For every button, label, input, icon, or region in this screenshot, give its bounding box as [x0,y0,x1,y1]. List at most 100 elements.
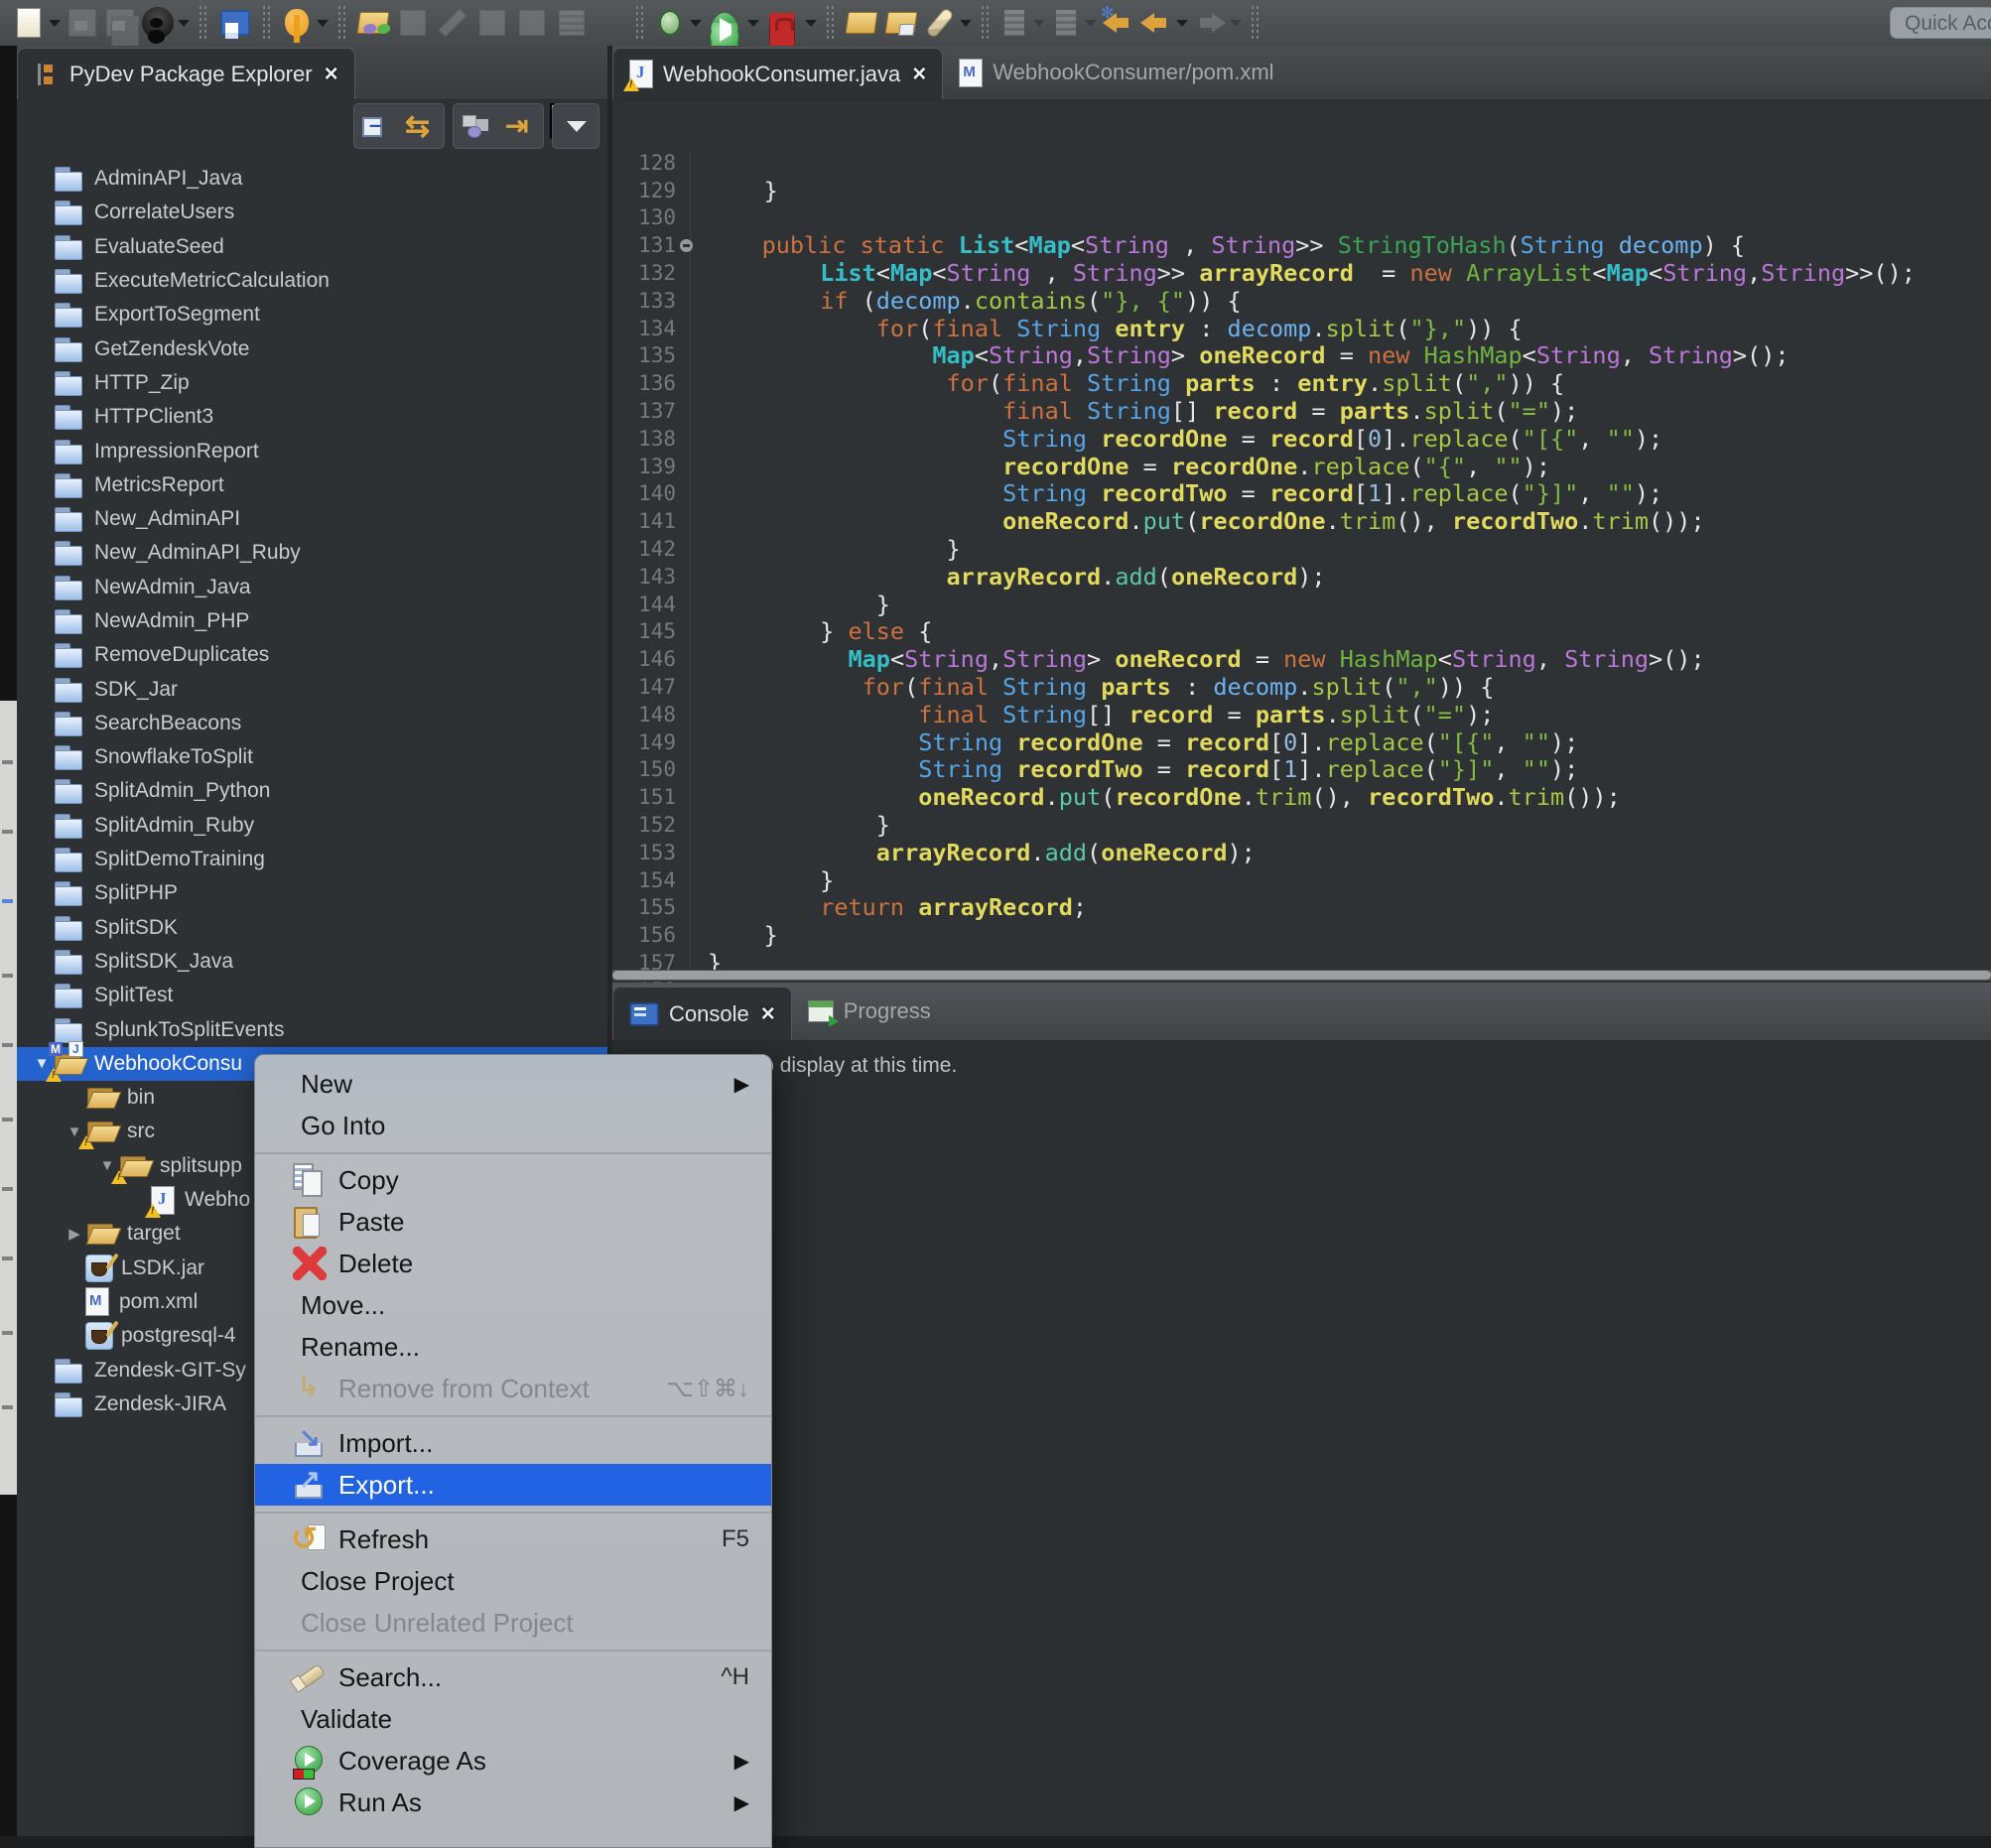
tree-item-ExportToSegment[interactable]: ExportToSegment [17,298,607,331]
line-number[interactable]: 152 [612,813,682,837]
line-number[interactable]: 142 [612,537,682,561]
tree-item-SplitAdmin_Python[interactable]: SplitAdmin_Python [17,774,607,808]
toolbar-button-bug-orange[interactable] [281,3,329,43]
tree-item-SplitTest[interactable]: SplitTest [17,979,607,1012]
menu-item-refresh[interactable]: RefreshF5 [255,1518,771,1560]
tree-item-CorrelateUsers[interactable]: CorrelateUsers [17,196,607,229]
toolbar-button-back-annotated[interactable]: ✻ [1103,3,1134,43]
chevron-down-icon[interactable] [317,20,329,27]
menu-item-copy[interactable]: Copy [255,1159,771,1201]
line-number[interactable]: 139 [612,455,682,478]
line-number[interactable]: 141 [612,509,682,533]
chevron-down-icon[interactable] [178,20,190,27]
close-icon[interactable]: × [761,1000,775,1028]
line-number[interactable]: 153 [612,841,682,864]
line-number[interactable]: 140 [612,481,682,505]
toolbar-button-console-monitor[interactable] [217,3,253,43]
line-number[interactable]: 131 [612,233,682,257]
line-number[interactable]: 133 [612,289,682,313]
line-number[interactable]: 132 [612,261,682,285]
tree-item-NewAdmin_PHP[interactable]: NewAdmin_PHP [17,604,607,638]
tree-item-MetricsReport[interactable]: MetricsReport [17,468,607,502]
horizontal-scrollbar[interactable] [612,970,1991,981]
chevron-down-icon[interactable] [690,20,702,27]
tree-item-RemoveDuplicates[interactable]: RemoveDuplicates [17,638,607,672]
line-number[interactable]: 148 [612,703,682,726]
tree-item-NewAdmin_Java[interactable]: NewAdmin_Java [17,571,607,604]
menu-item-validate[interactable]: Validate [255,1698,771,1740]
line-number[interactable]: 147 [612,675,682,699]
tree-item-HTTP_Zip[interactable]: HTTP_Zip [17,366,607,400]
chevron-down-icon[interactable] [960,20,972,27]
tree-item-SplitSDK[interactable]: SplitSDK [17,911,607,945]
chevron-down-icon[interactable] [1033,20,1045,27]
line-number[interactable]: 149 [612,730,682,754]
tree-item-SearchBeacons[interactable]: SearchBeacons [17,707,607,740]
chevron-down-icon[interactable] [1230,20,1242,27]
tree-item-SnowflakeToSplit[interactable]: SnowflakeToSplit [17,740,607,774]
editor-tab-WebhookConsumer/pom.xml[interactable]: WebhookConsumer/pom.xml [943,46,1289,99]
toolbar-button-profile-red[interactable] [765,3,817,43]
line-number[interactable]: 150 [612,757,682,781]
line-number[interactable]: 136 [612,371,682,395]
tree-item-New_AdminAPI[interactable]: New_AdminAPI [17,502,607,536]
line-number[interactable]: 151 [612,785,682,809]
tree-item-SplitDemoTraining[interactable]: SplitDemoTraining [17,843,607,876]
console-tab-Console[interactable]: Console× [612,987,792,1040]
tree-item-SDK_Jar[interactable]: SDK_Jar [17,672,607,706]
code-area[interactable]: 128129 }130131 public static List<Map<St… [612,149,1991,1014]
line-number[interactable]: 134 [612,317,682,340]
quick-access-box[interactable]: Quick Access [1890,7,1991,39]
package-presentation-icon[interactable] [460,109,493,143]
tree-item-AdminAPI_Java[interactable]: AdminAPI_Java [17,162,607,196]
line-number[interactable]: 156 [612,923,682,947]
tree-item-SplitPHP[interactable]: SplitPHP [17,876,607,910]
editor-tab-WebhookConsumer.java[interactable]: WebhookConsumer.java× [612,48,943,99]
tree-item-ImpressionReport[interactable]: ImpressionReport [17,434,607,467]
close-icon[interactable]: × [912,61,926,88]
link-with-editor-icon[interactable] [404,109,438,143]
tree-item-GetZendeskVote[interactable]: GetZendeskVote [17,331,607,365]
line-number[interactable]: 138 [612,427,682,451]
chevron-down-icon[interactable] [747,20,759,27]
line-number[interactable]: 155 [612,895,682,919]
menu-item-export-[interactable]: Export... [255,1464,771,1506]
line-number[interactable]: 129 [612,179,682,202]
focus-on-active-task-icon[interactable] [503,109,537,143]
close-icon[interactable]: × [325,61,338,88]
tree-item-SplitAdmin_Ruby[interactable]: SplitAdmin_Ruby [17,809,607,843]
collapse-all-icon[interactable] [360,109,394,143]
console-tab-Progress[interactable]: Progress [792,983,947,1040]
line-number[interactable]: 146 [612,647,682,671]
line-number[interactable]: 137 [612,399,682,423]
menu-item-move-[interactable]: Move... [255,1284,771,1326]
menu-item-paste[interactable]: Paste [255,1201,771,1243]
chevron-down-icon[interactable] [1176,20,1188,27]
line-number[interactable]: 130 [612,205,682,229]
menu-item-close-project[interactable]: Close Project [255,1560,771,1602]
tree-item-SplitSDK_Java[interactable]: SplitSDK_Java [17,945,607,979]
toolbar-button-marker-pen[interactable] [924,3,972,43]
chevron-down-icon[interactable] [49,20,61,27]
toolbar-button-run-config-folder[interactable] [356,3,390,43]
tree-item-ExecuteMetricCalculation[interactable]: ExecuteMetricCalculation [17,264,607,298]
tree-item-HTTPClient3[interactable]: HTTPClient3 [17,400,607,434]
toolbar-button-bug-green[interactable] [654,3,702,43]
menu-item-delete[interactable]: Delete [255,1243,771,1284]
menu-item-import-[interactable]: Import... [255,1422,771,1464]
line-number[interactable]: 145 [612,619,682,643]
line-number[interactable]: 144 [612,593,682,616]
toolbar-button-folder-clipboard[interactable] [884,3,918,43]
menu-item-new[interactable]: New▶ [255,1063,771,1105]
chevron-down-icon[interactable] [805,20,817,27]
tree-item-EvaluateSeed[interactable]: EvaluateSeed [17,230,607,264]
chevron-down-icon[interactable] [1085,20,1097,27]
toolbar-button-new-wizard[interactable] [13,3,61,43]
menu-item-run-as[interactable]: Run As▶ [255,1782,771,1823]
line-number[interactable]: 135 [612,343,682,367]
menu-item-rename-[interactable]: Rename... [255,1326,771,1368]
menu-item-search-[interactable]: Search...^H [255,1656,771,1698]
toolbar-button-back[interactable] [1140,3,1188,43]
tab-pydev-package-explorer[interactable]: PyDev Package Explorer × [17,48,355,99]
line-number[interactable]: 154 [612,868,682,892]
